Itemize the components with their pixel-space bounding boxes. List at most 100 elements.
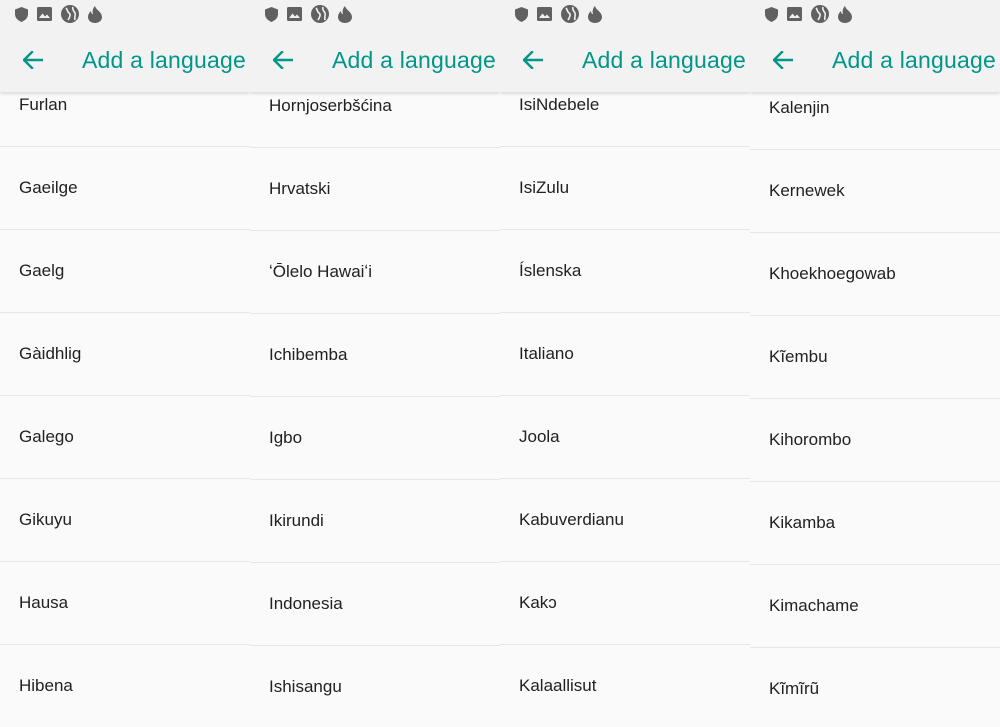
status-bar xyxy=(250,0,500,28)
flame-icon xyxy=(838,5,852,23)
language-item[interactable]: Galego xyxy=(0,396,250,479)
language-item[interactable]: Kĩembu xyxy=(750,316,1000,399)
language-label: Furlan xyxy=(19,95,68,114)
arrow-back-icon[interactable] xyxy=(770,47,796,73)
screen-1: Add a language Furlan Gaeilge Gaelg Gàid… xyxy=(0,0,250,727)
language-item[interactable]: Kalenjin xyxy=(750,92,1000,150)
language-label: Gaeilge xyxy=(19,178,78,197)
language-label: ʻŌlelo Hawaiʻi xyxy=(269,262,372,281)
image-icon xyxy=(537,7,552,21)
language-item[interactable]: Íslenska xyxy=(500,230,750,313)
flame-icon xyxy=(88,5,102,23)
status-bar xyxy=(500,0,750,28)
app-bar: Add a language xyxy=(750,28,1000,92)
globe-icon xyxy=(311,5,329,23)
screen-4: Add a language Kalenjin Kernewek Khoekho… xyxy=(750,0,1000,727)
image-icon xyxy=(787,7,802,21)
language-list[interactable]: IsiNdebele IsiZulu Íslenska Italiano Joo… xyxy=(500,92,750,727)
language-item[interactable]: Hrvatski xyxy=(250,148,500,231)
language-list[interactable]: Furlan Gaeilge Gaelg Gàidhlig Galego Gik… xyxy=(0,92,250,727)
flame-icon xyxy=(338,5,352,23)
screen-2: Add a language Hornjoserbšćina Hrvatski … xyxy=(250,0,500,727)
shield-icon xyxy=(515,6,528,22)
screens-container: Add a language Furlan Gaeilge Gaelg Gàid… xyxy=(0,0,1000,727)
language-item[interactable]: Joola xyxy=(500,396,750,479)
language-label: Joola xyxy=(519,427,560,446)
language-item[interactable]: Gàidhlig xyxy=(0,313,250,396)
language-label: Gàidhlig xyxy=(19,344,82,363)
arrow-back-icon[interactable] xyxy=(20,47,46,73)
language-label: Galego xyxy=(19,427,74,446)
language-item[interactable]: Gaeilge xyxy=(0,147,250,230)
language-label: Indonesia xyxy=(269,594,343,613)
language-label: IsiZulu xyxy=(519,178,570,197)
language-list[interactable]: Hornjoserbšćina Hrvatski ʻŌlelo Hawaiʻi … xyxy=(250,92,500,727)
language-item[interactable]: Khoekhoegowab xyxy=(750,233,1000,316)
language-item[interactable]: Gikuyu xyxy=(0,479,250,562)
language-label: IsiNdebele xyxy=(519,95,600,114)
language-label: Kĩembu xyxy=(769,347,828,366)
language-item[interactable]: Hornjoserbšćina xyxy=(250,92,500,148)
language-item[interactable]: Italiano xyxy=(500,313,750,396)
language-item[interactable]: Gaelg xyxy=(0,230,250,313)
language-item[interactable]: Ichibemba xyxy=(250,314,500,397)
screen-3: Add a language IsiNdebele IsiZulu Íslens… xyxy=(500,0,750,727)
app-bar: Add a language xyxy=(0,28,250,92)
app-bar: Add a language xyxy=(500,28,750,92)
shield-icon xyxy=(265,6,278,22)
language-item[interactable]: IsiNdebele xyxy=(500,92,750,147)
language-label: Hausa xyxy=(19,593,69,612)
language-label: Ikirundi xyxy=(269,511,324,530)
shield-icon xyxy=(765,6,778,22)
language-label: Gaelg xyxy=(19,261,65,280)
language-item[interactable]: Kĩmĩrũ xyxy=(750,648,1000,727)
language-label: Hornjoserbšćina xyxy=(269,96,392,115)
language-label: Ichibemba xyxy=(269,345,348,364)
language-item[interactable]: Kihorombo xyxy=(750,399,1000,482)
language-label: Kimachame xyxy=(769,596,859,615)
language-label: Ishisangu xyxy=(269,677,342,696)
language-item[interactable]: Furlan xyxy=(0,92,250,147)
language-label: Khoekhoegowab xyxy=(769,264,896,283)
language-label: Kalenjin xyxy=(769,98,830,117)
language-label: Igbo xyxy=(269,428,303,447)
page-title: Add a language xyxy=(82,46,246,73)
page-title: Add a language xyxy=(582,46,746,73)
language-label: Kikamba xyxy=(769,513,836,532)
language-item[interactable]: Hibena xyxy=(0,645,250,727)
language-item[interactable]: Ikirundi xyxy=(250,480,500,563)
status-bar xyxy=(750,0,1000,28)
language-item[interactable]: Kimachame xyxy=(750,565,1000,648)
language-item[interactable]: Igbo xyxy=(250,397,500,480)
language-label: Kalaallisut xyxy=(519,676,597,695)
language-list[interactable]: Kalenjin Kernewek Khoekhoegowab Kĩembu K… xyxy=(750,92,1000,727)
page-title: Add a language xyxy=(832,46,996,73)
language-item[interactable]: Indonesia xyxy=(250,563,500,646)
language-label: Kabuverdianu xyxy=(519,510,624,529)
language-label: Kĩmĩrũ xyxy=(769,679,820,698)
language-label: Kernewek xyxy=(769,181,845,200)
globe-icon xyxy=(61,5,79,23)
globe-icon xyxy=(811,5,829,23)
language-item[interactable]: Kikamba xyxy=(750,482,1000,565)
language-item[interactable]: Kalaallisut xyxy=(500,645,750,727)
language-item[interactable]: Kabuverdianu xyxy=(500,479,750,562)
language-label: Hrvatski xyxy=(269,179,331,198)
arrow-back-icon[interactable] xyxy=(520,47,546,73)
language-item[interactable]: ʻŌlelo Hawaiʻi xyxy=(250,231,500,314)
arrow-back-icon[interactable] xyxy=(270,47,296,73)
language-item[interactable]: Ishisangu xyxy=(250,646,500,727)
globe-icon xyxy=(561,5,579,23)
image-icon xyxy=(287,7,302,21)
language-label: Italiano xyxy=(519,344,574,363)
app-bar: Add a language xyxy=(250,28,500,92)
shield-icon xyxy=(15,6,28,22)
language-item[interactable]: IsiZulu xyxy=(500,147,750,230)
language-item[interactable]: Kernewek xyxy=(750,150,1000,233)
language-item[interactable]: Hausa xyxy=(0,562,250,645)
language-item[interactable]: Kakɔ xyxy=(500,562,750,645)
language-label: Kihorombo xyxy=(769,430,852,449)
flame-icon xyxy=(588,5,602,23)
language-label: Íslenska xyxy=(519,261,582,280)
language-label: Kakɔ xyxy=(519,593,557,612)
